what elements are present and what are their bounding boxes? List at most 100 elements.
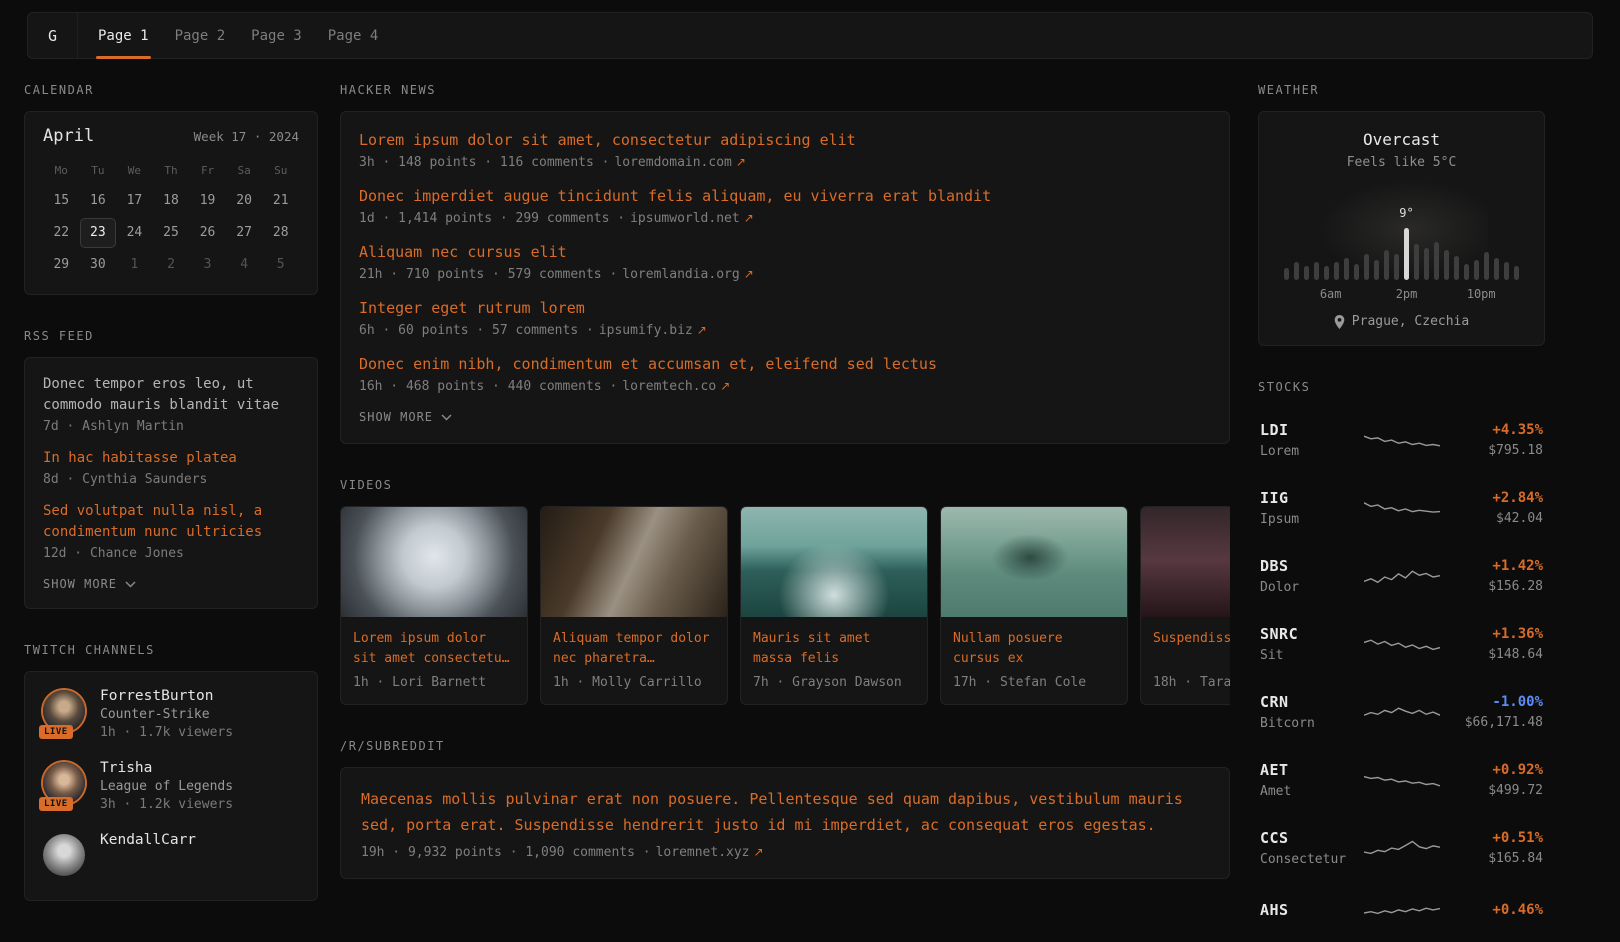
weather-bar	[1474, 260, 1479, 280]
video-card[interactable]: Aliquam tempor dolor nec pharetra… 1h · …	[540, 506, 728, 705]
video-body: Aliquam tempor dolor nec pharetra… 1h · …	[541, 617, 727, 704]
weather-bar	[1324, 266, 1329, 280]
weather-feels-like: Feels like 5°C	[1275, 155, 1528, 170]
video-card[interactable]: Nullam posuere cursus ex 17h · Stefan Co…	[940, 506, 1128, 705]
channel-name[interactable]: ForrestBurton	[100, 688, 233, 704]
weather-bar	[1314, 262, 1319, 280]
subreddit-post: Maecenas mollis pulvinar erat non posuer…	[361, 786, 1209, 860]
tab-page-1[interactable]: Page 1	[98, 13, 149, 58]
tab-page-4[interactable]: Page 4	[328, 13, 379, 58]
video-body: Suspendisse diam 18h · Tara	[1141, 617, 1230, 704]
video-card[interactable]: Suspendisse diam 18h · Tara	[1140, 506, 1230, 705]
hn-item-domain[interactable]: loremlandia.org	[622, 267, 739, 282]
stock-values: +1.36%$148.64	[1443, 626, 1543, 662]
video-meta: 1h · Molly Carrillo	[553, 675, 715, 690]
video-meta: 18h · Tara	[1153, 675, 1230, 690]
tab-page-2[interactable]: Page 2	[175, 13, 226, 58]
weather-condition: Overcast	[1275, 130, 1528, 149]
stock-row[interactable]: CRNBitcorn -1.00%$66,171.48	[1258, 678, 1545, 746]
weather-axis: 6am 2pm 10pm	[1275, 287, 1528, 304]
tab-page-3[interactable]: Page 3	[251, 13, 302, 58]
calendar-grid: MoTuWeThFrSaSu15161718192021222324252627…	[43, 158, 299, 280]
sparkline-chart	[1364, 765, 1440, 795]
rss-item-title[interactable]: Sed volutpat nulla nisl, a condimentum n…	[43, 501, 299, 543]
stock-id: DBS Dolor	[1260, 557, 1360, 595]
stock-ticker: DBS	[1260, 557, 1360, 575]
avatar: LIVE	[43, 762, 85, 804]
calendar-day: 22	[43, 218, 80, 248]
weather-bar	[1344, 258, 1349, 280]
hn-item-title[interactable]: Donec imperdiet augue tincidunt felis al…	[359, 186, 1211, 206]
subreddit-post-title[interactable]: Maecenas mollis pulvinar erat non posuer…	[361, 786, 1209, 838]
weather-bar	[1464, 264, 1469, 280]
stock-name: Dolor	[1260, 580, 1360, 595]
hn-item-title[interactable]: Aliquam nec cursus elit	[359, 242, 1211, 262]
stock-row[interactable]: DBSDolor +1.42%$156.28	[1258, 542, 1545, 610]
hn-show-more-button[interactable]: Show More	[359, 410, 452, 424]
sparkline-chart	[1364, 425, 1440, 455]
stocks-widget: Stocks LDILorem +4.35%$795.18 IIGIpsum +…	[1258, 380, 1545, 942]
stock-row[interactable]: SNRCSit +1.36%$148.64	[1258, 610, 1545, 678]
twitch-channel[interactable]: LIVE Trisha League of Legends 3h · 1.2k …	[43, 760, 299, 812]
twitch-channel[interactable]: LIVE ForrestBurton Counter-Strike 1h · 1…	[43, 688, 299, 740]
stocks-section-title: Stocks	[1258, 380, 1545, 394]
stock-row[interactable]: AHS +0.46%	[1258, 882, 1545, 942]
stock-row[interactable]: AETAmet +0.92%$499.72	[1258, 746, 1545, 814]
channel-info: Trisha League of Legends 3h · 1.2k viewe…	[100, 760, 233, 812]
video-title: Mauris sit amet massa felis	[753, 629, 915, 669]
calendar-header: April Week 17 · 2024	[43, 126, 299, 146]
weather-bar-current: 9°	[1404, 228, 1409, 280]
hn-section-title: Hacker News	[340, 83, 1230, 97]
live-badge: LIVE	[39, 797, 73, 811]
stock-price: $42.04	[1443, 511, 1543, 526]
rss-item-meta: 8d · Cynthia Saunders	[43, 472, 299, 487]
stock-sparkline	[1360, 629, 1443, 659]
video-title: Aliquam tempor dolor nec pharetra…	[553, 629, 715, 669]
rss-item: In hac habitasse platea 8d · Cynthia Sau…	[43, 448, 299, 487]
stock-price: $156.28	[1443, 579, 1543, 594]
calendar-day: 29	[43, 250, 80, 280]
rss-item-title[interactable]: In hac habitasse platea	[43, 448, 299, 469]
weather-axis-label: 10pm	[1467, 287, 1496, 301]
stock-row[interactable]: IIGIpsum +2.84%$42.04	[1258, 474, 1545, 542]
hn-item-domain[interactable]: ipsumworld.net	[630, 211, 740, 226]
weather-bar	[1414, 244, 1419, 280]
hn-item-domain[interactable]: loremdomain.com	[614, 155, 731, 170]
stock-row[interactable]: LDILorem +4.35%$795.18	[1258, 406, 1545, 474]
channel-name[interactable]: Trisha	[100, 760, 233, 776]
hn-item-domain[interactable]: ipsumify.biz	[599, 323, 693, 338]
hn-item-title[interactable]: Lorem ipsum dolor sit amet, consectetur …	[359, 130, 1211, 150]
page-tabs: Page 1 Page 2 Page 3 Page 4	[78, 13, 378, 58]
stock-ticker: AET	[1260, 761, 1360, 779]
rss-show-more-button[interactable]: Show More	[43, 577, 136, 591]
hn-item-stats: 16h · 468 points · 440 comments ·	[359, 379, 617, 394]
hn-item-title[interactable]: Integer eget rutrum lorem	[359, 298, 1211, 318]
calendar-day: 17	[116, 186, 153, 216]
rss-item-title[interactable]: Donec tempor eros leo, ut commodo mauris…	[43, 374, 299, 416]
external-link-icon: ↗	[720, 379, 730, 393]
stock-price: $499.72	[1443, 783, 1543, 798]
twitch-channel[interactable]: KendallCarr	[43, 832, 299, 876]
app-logo[interactable]: G	[28, 13, 78, 58]
channel-name[interactable]: KendallCarr	[100, 832, 196, 848]
calendar-day-selected: 23	[80, 218, 117, 248]
videos-row: Lorem ipsum dolor sit amet consectetu… 1…	[340, 506, 1230, 705]
stock-row[interactable]: CCSConsectetur +0.51%$165.84	[1258, 814, 1545, 882]
stock-sparkline	[1360, 765, 1443, 795]
location-pin-icon	[1334, 315, 1345, 329]
video-thumbnail	[1141, 507, 1230, 617]
calendar-day: 25	[153, 218, 190, 248]
channel-viewers: 3h · 1.2k viewers	[100, 797, 233, 812]
stock-change: +0.46%	[1443, 902, 1543, 918]
video-card[interactable]: Lorem ipsum dolor sit amet consectetu… 1…	[340, 506, 528, 705]
subreddit-post-domain[interactable]: loremnet.xyz	[656, 845, 750, 860]
hn-item-domain[interactable]: loremtech.co	[622, 379, 716, 394]
rss-section-title: RSS Feed	[24, 329, 318, 343]
weather-location-label: Prague, Czechia	[1352, 314, 1469, 329]
hn-item-title[interactable]: Donec enim nibh, condimentum et accumsan…	[359, 354, 1211, 374]
video-card[interactable]: Mauris sit amet massa felis 7h · Grayson…	[740, 506, 928, 705]
calendar-day: 2	[153, 250, 190, 280]
hn-item-stats: 6h · 60 points · 57 comments ·	[359, 323, 594, 338]
video-thumbnail	[541, 507, 727, 617]
rss-show-more-label: Show More	[43, 577, 117, 591]
